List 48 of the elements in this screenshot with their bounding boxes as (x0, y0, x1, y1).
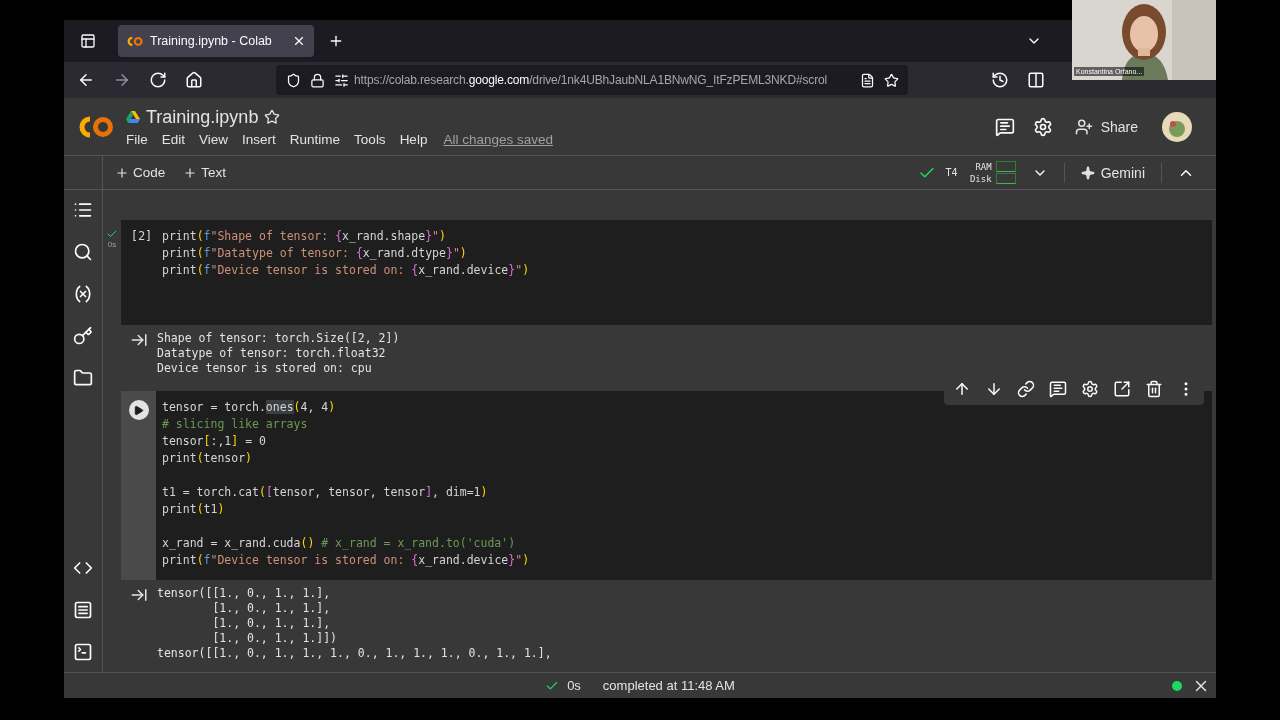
cell-output: Shape of tensor: torch.Size([2, 2]) Datatype of tensor: torch.float32 Device tensor is stored on: cpu (157, 331, 400, 376)
browser-tab[interactable]: Training.ipynb - Colab (118, 25, 314, 57)
address-bar[interactable]: https://colab.research.google.com/drive/1nk4UBhJaubNLA1BNwNG_ItFzPEML3NKD#scrol (276, 65, 908, 95)
star-icon[interactable] (264, 109, 281, 125)
menu-item[interactable]: Tools (354, 131, 386, 147)
output-icon[interactable] (130, 586, 148, 604)
add-cell-button[interactable]: Text (177, 161, 233, 184)
menu-item[interactable]: Edit (161, 131, 186, 147)
code-line: t1 = torch.cat([tensor, tensor, tensor], dim=1) (162, 484, 489, 501)
status-message: completed at 11:48 AM (602, 678, 735, 693)
menu-item[interactable]: File (126, 131, 148, 147)
code-line: print(f"Datatype of tensor: {x_rand.dtype}") (162, 245, 468, 262)
code-cell[interactable]: [2] print(f"Shape of tensor: {x_rand.shape}") print(f"Datatype of tensor: {x_rand.dtype}") print(f"Device tensor is stored on: {x_rand.device}") (121, 220, 1212, 325)
sparkle-icon (1080, 165, 1095, 180)
save-status-link[interactable]: All changes saved (443, 131, 553, 147)
output-icon[interactable] (130, 331, 148, 349)
menu-item[interactable]: Help (399, 131, 428, 147)
execution-time: 0s (567, 678, 581, 693)
code-line: x_rand = x_rand.cuda() # x_rand = x_rand.to('cuda') (162, 535, 517, 552)
code-line: print(f"Device tensor is stored on: {x_rand.device}") (162, 552, 531, 569)
share-button[interactable]: Share (1066, 111, 1146, 142)
notebook-title[interactable]: Training.ipynb (146, 106, 259, 128)
code-line: print(t1) (162, 501, 226, 518)
plus-icon (183, 165, 198, 180)
menu-item[interactable]: View (199, 131, 229, 147)
run-time: 0s (107, 240, 117, 249)
add-cell-button[interactable]: Code (109, 161, 172, 184)
play-icon (133, 404, 144, 416)
cell-output: tensor([[1., 0., 1., 1.], [1., 0., 1., 1.], [1., 0., 1., 1.], [1., 0., 1., 1.]]) tensor([[1., 0., 1., 1., 1., 0., 1., 1., 1., 0., 1., 1.], (157, 586, 552, 661)
menu-item[interactable]: Insert (242, 131, 276, 147)
execution-count: [2] (130, 229, 153, 245)
drive-icon (126, 111, 140, 123)
code-line: print(f"Shape of tensor: {x_rand.shape}") (162, 228, 447, 245)
favicon-icon (126, 35, 144, 47)
code-line: tensor = torch.ones(4, 4) (162, 399, 337, 416)
plus-icon (115, 165, 129, 180)
gemini-button[interactable]: Gemini (1074, 160, 1151, 185)
code-line: tensor[:,1] = 0 (162, 433, 267, 450)
avatar[interactable] (1162, 111, 1192, 142)
resource-meter[interactable]: RAM Disk (967, 161, 1016, 184)
code-line: print(tensor) (162, 450, 254, 467)
close-icon[interactable] (292, 34, 306, 48)
menu-item[interactable]: Runtime (289, 131, 341, 147)
add-person-icon (1074, 117, 1093, 136)
code-line: print(f"Device tensor is stored on: {x_rand.device}") (162, 262, 531, 279)
run-button[interactable] (128, 400, 149, 420)
code-line: # slicing like arrays (162, 416, 309, 433)
gpu-label: T4 (945, 167, 958, 178)
